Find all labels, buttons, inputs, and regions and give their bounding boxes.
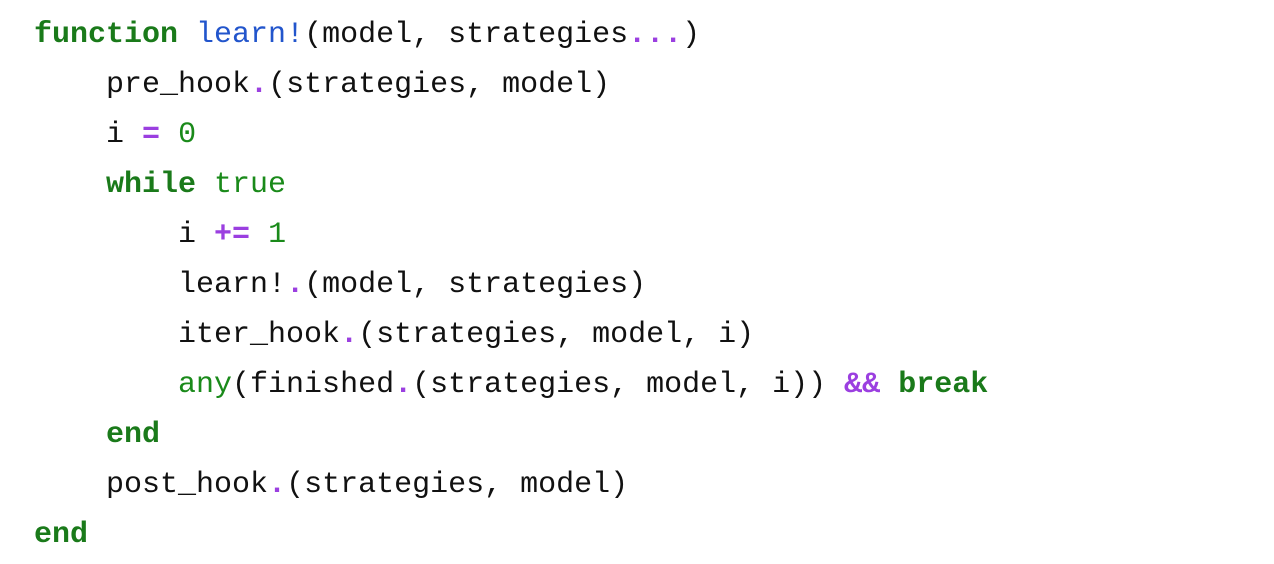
code-token-fn: learn!	[196, 18, 305, 52]
code-token-text: (strategies, model, i))	[412, 368, 845, 402]
code-token-op: .	[394, 368, 413, 402]
code-token-op: &&	[844, 368, 881, 402]
code-block: function learn!(model, strategies...) pr…	[34, 10, 988, 560]
code-token-text: post_hook	[106, 468, 269, 502]
code-token-text: iter_hook	[178, 318, 341, 352]
code-line: i += 1	[34, 210, 988, 260]
code-token-op: .	[340, 318, 359, 352]
code-line: iter_hook.(strategies, model, i)	[34, 310, 988, 360]
code-token-text: learn!	[178, 268, 287, 302]
code-token-kw: end	[34, 518, 89, 552]
code-token-op: .	[286, 268, 305, 302]
code-line: post_hook.(strategies, model)	[34, 460, 988, 510]
code-token-text: i	[106, 118, 143, 152]
code-line: learn!.(model, strategies)	[34, 260, 988, 310]
code-token-kw: break	[898, 368, 989, 402]
code-line: while true	[34, 160, 988, 210]
code-token-text: i	[178, 218, 215, 252]
code-line: end	[34, 410, 988, 460]
code-token-bi: any	[178, 368, 233, 402]
code-token-kw: end	[106, 418, 161, 452]
code-line: function learn!(model, strategies...)	[34, 10, 988, 60]
code-token-op: .	[250, 68, 269, 102]
code-token-lit: true	[214, 168, 287, 202]
code-token-text: (strategies, model, i)	[358, 318, 755, 352]
code-token-text: (model, strategies	[304, 18, 629, 52]
code-token-op: =	[142, 118, 161, 152]
code-token-lit: 0	[178, 118, 197, 152]
code-token-op: .	[268, 468, 287, 502]
code-token-text: pre_hook	[106, 68, 251, 102]
code-token-lit: 1	[268, 218, 287, 252]
code-line: end	[34, 510, 988, 560]
code-token-text: (finished	[232, 368, 395, 402]
code-line: any(finished.(strategies, model, i)) && …	[34, 360, 988, 410]
code-token-text: (strategies, model)	[268, 68, 611, 102]
code-line: i = 0	[34, 110, 988, 160]
code-token-text: )	[682, 18, 701, 52]
code-token-text: (strategies, model)	[286, 468, 629, 502]
code-token-kw: while	[106, 168, 197, 202]
code-line: pre_hook.(strategies, model)	[34, 60, 988, 110]
code-token-op: ...	[628, 18, 683, 52]
code-token-kw: function	[34, 18, 179, 52]
code-token-text: (model, strategies)	[304, 268, 647, 302]
code-token-op: +=	[214, 218, 251, 252]
